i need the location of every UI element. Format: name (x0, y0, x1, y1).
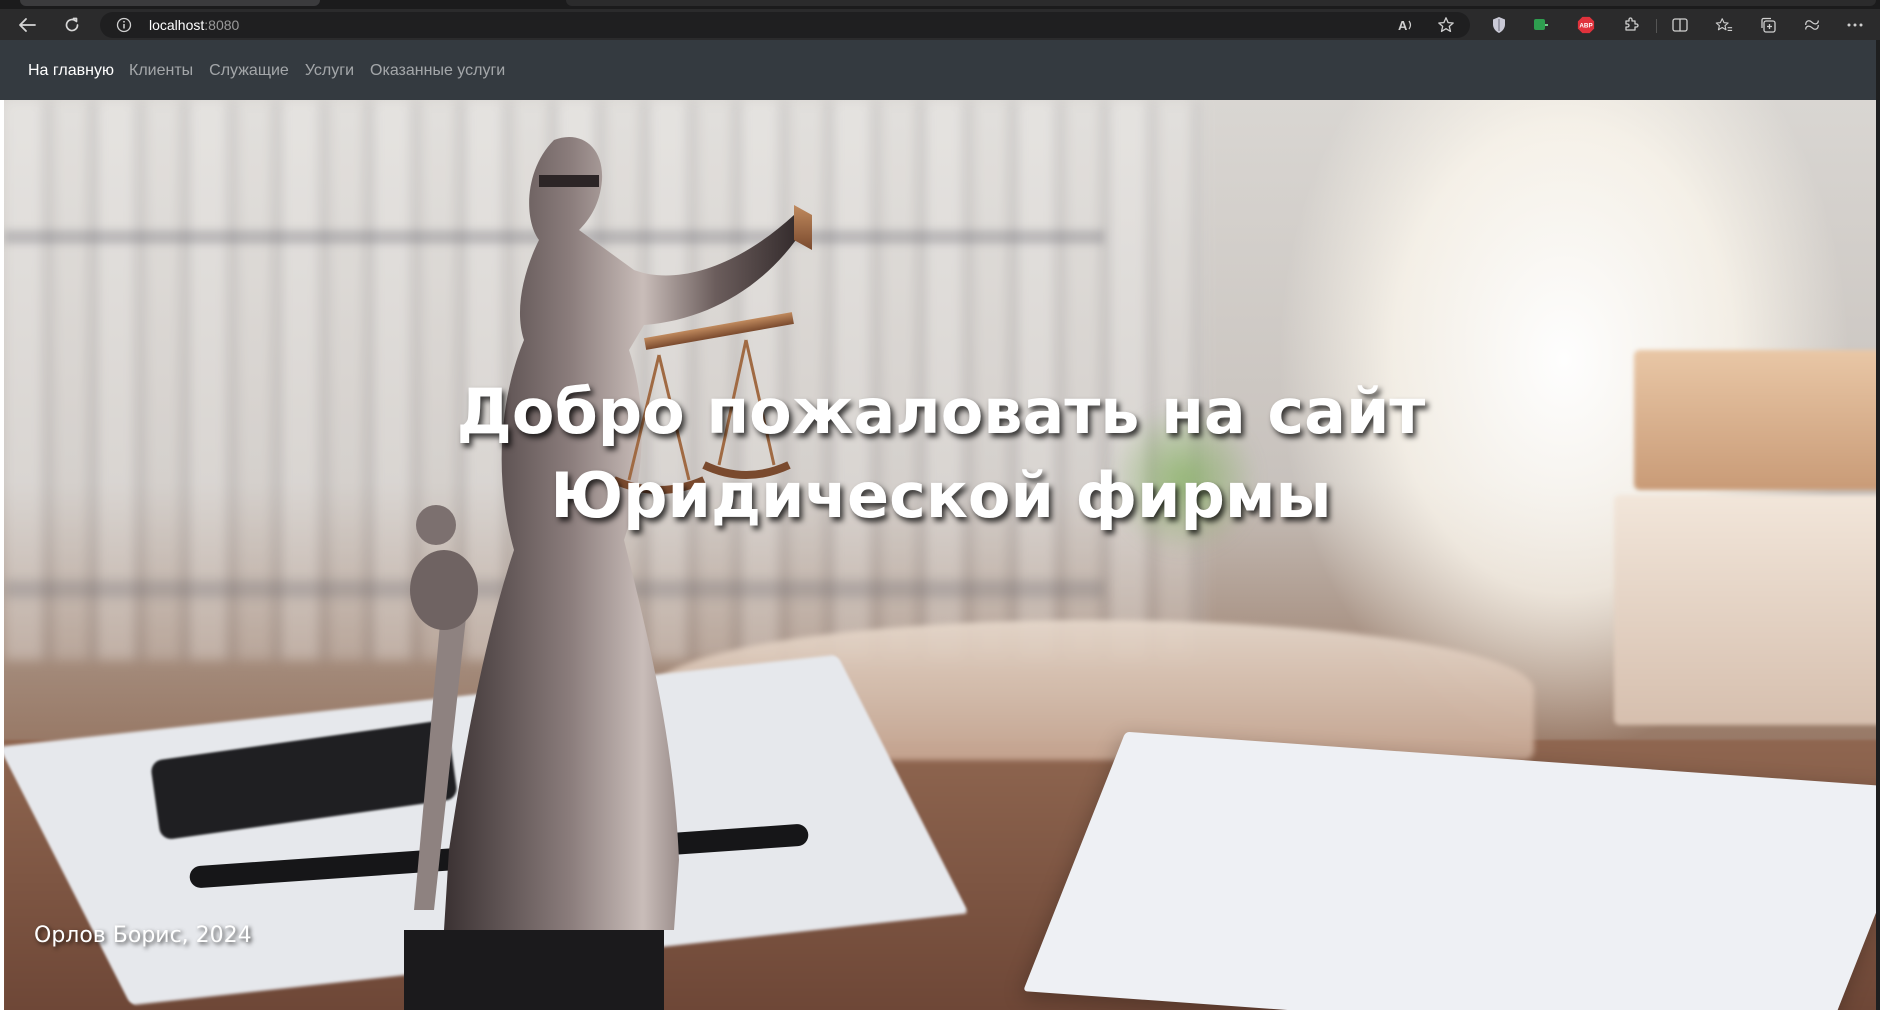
nav-link-rendered-services[interactable]: Оказанные услуги (370, 62, 505, 80)
tab-strip-area (566, 0, 1876, 6)
url-host: localhost (149, 17, 205, 33)
toolbar-divider (1656, 19, 1657, 33)
address-bar[interactable] (100, 12, 1470, 38)
hero-title-line: Юридической фирмы (550, 459, 1332, 532)
footer-credit: Орлов Борис, 2024 (34, 923, 252, 948)
svg-text:A: A (1398, 18, 1408, 33)
adblock-label: ABP (1579, 23, 1592, 30)
tab-strip (0, 0, 1880, 9)
nav-home-link[interactable]: На главную (28, 62, 114, 80)
page-viewport: На главную Клиенты Служащие Услуги Оказа… (0, 40, 1878, 1010)
browser-window: localhost:8080 A ABP На главную Клиенты … (0, 0, 1880, 1010)
hero-title: Добро пожаловать на сайт Юридической фир… (4, 370, 1876, 538)
nav-link-employees[interactable]: Служащие (209, 62, 289, 80)
url-text[interactable]: localhost:8080 (149, 17, 239, 33)
site-navbar: На главную Клиенты Служащие Услуги Оказа… (0, 40, 1876, 100)
collections-icon[interactable] (1759, 16, 1777, 34)
browser-toolbar: localhost:8080 A ABP (0, 9, 1880, 40)
reload-icon[interactable] (60, 13, 84, 37)
back-icon[interactable] (15, 13, 39, 37)
nav-links: Клиенты Служащие Услуги Оказанные услуги (129, 62, 521, 80)
favorites-icon[interactable] (1715, 16, 1733, 34)
hero-section: Добро пожаловать на сайт Юридической фир… (4, 100, 1876, 1010)
url-port: :8080 (204, 17, 240, 33)
extensions-puzzle-icon[interactable] (1622, 16, 1640, 34)
split-screen-icon[interactable] (1671, 16, 1689, 34)
green-extension-icon[interactable] (1532, 16, 1550, 34)
adblock-extension-icon[interactable]: ABP (1577, 16, 1595, 34)
nav-link-services[interactable]: Услуги (305, 62, 354, 80)
more-menu-icon[interactable] (1846, 16, 1864, 34)
tab-active[interactable] (20, 0, 320, 6)
hero-title-line: Добро пожаловать на сайт (456, 375, 1426, 448)
read-aloud-icon[interactable]: A (1397, 16, 1415, 34)
shield-extension-icon[interactable] (1490, 16, 1508, 34)
nav-link-clients[interactable]: Клиенты (129, 62, 193, 80)
site-info-icon[interactable] (116, 17, 132, 33)
favorite-star-icon[interactable] (1437, 16, 1455, 34)
justice-statue-image (404, 136, 812, 1010)
copilot-icon[interactable] (1803, 16, 1821, 34)
